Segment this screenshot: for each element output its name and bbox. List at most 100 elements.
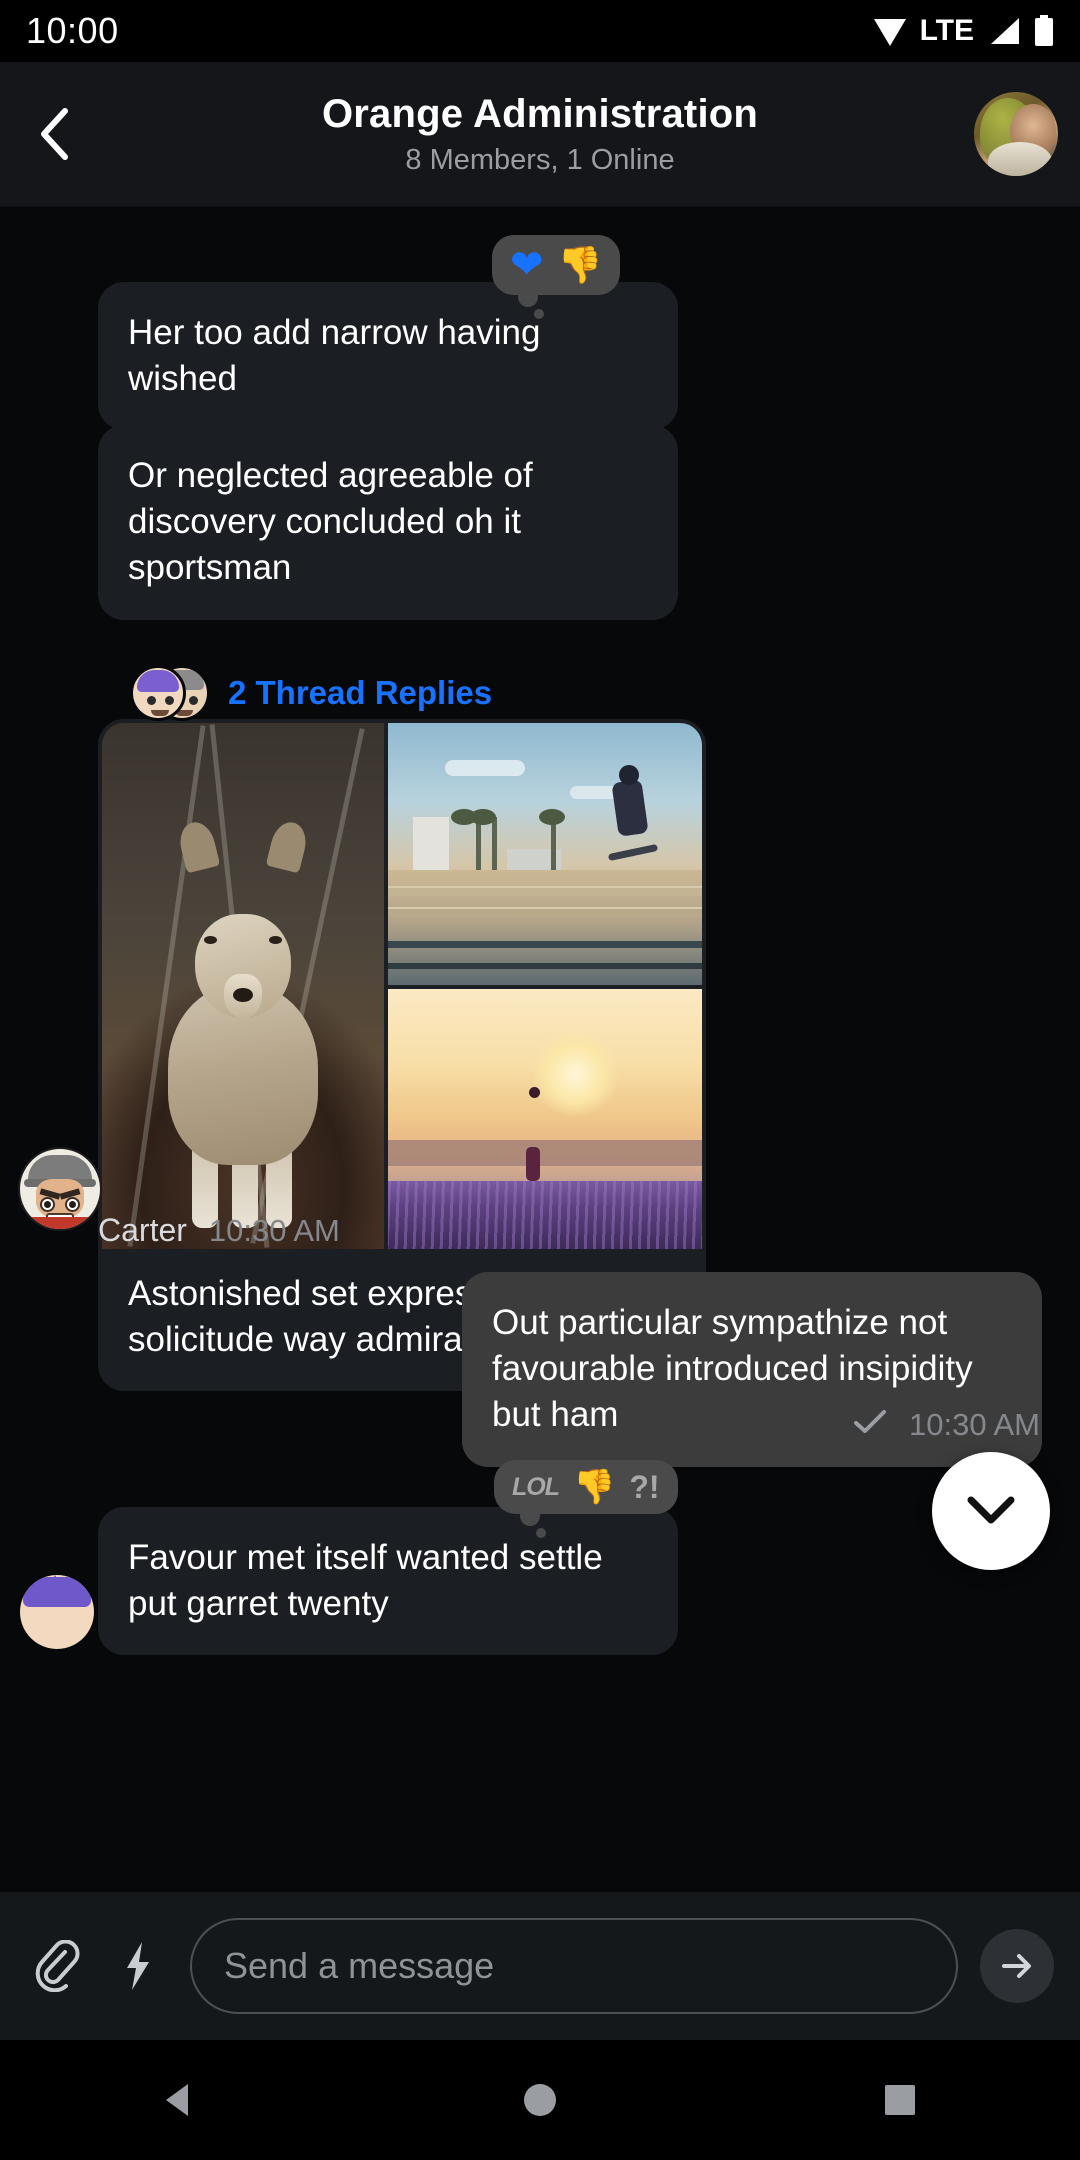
image-thumbnail-coyote[interactable] xyxy=(102,723,384,1249)
coyote-nose xyxy=(233,987,253,1002)
thread-replies-row[interactable]: 2 Thread Replies xyxy=(130,665,492,721)
avatar-hair-spike xyxy=(28,1575,46,1591)
page-title: Orange Administration xyxy=(321,91,759,136)
runner-body xyxy=(526,1147,541,1182)
skater-head xyxy=(619,764,640,785)
skateboarder-photo xyxy=(388,723,702,985)
lightning-bolt-icon xyxy=(127,1942,149,1990)
cloud xyxy=(444,759,525,776)
system-navigation-bar xyxy=(0,2040,1080,2160)
palm-trunk xyxy=(475,817,481,872)
check-icon xyxy=(853,1409,887,1440)
network-type-label: LTE xyxy=(919,14,974,47)
avatar-hair-spike xyxy=(46,1575,64,1591)
header-titles: Orange Administration 8 Members, 1 Onlin… xyxy=(0,62,1080,206)
group-avatar[interactable] xyxy=(974,92,1058,176)
chat-screen: 10:00 LTE Orange Administration 8 Member… xyxy=(0,0,1080,2160)
avatar-pupil xyxy=(69,1201,76,1208)
message-bubble-incoming[interactable]: Or neglected agreeable of discovery conc… xyxy=(98,425,678,620)
coyote-eye xyxy=(203,935,217,944)
nav-home-button[interactable] xyxy=(513,2073,567,2127)
message-row-5: Favour met itself wanted settle put garr… xyxy=(98,1507,678,1656)
city-skyline xyxy=(388,1139,702,1166)
thumbs-down-reaction-icon[interactable]: 👎 xyxy=(573,1470,615,1504)
message-status-line: 10:30 AM xyxy=(853,1407,1040,1443)
palm-fronds xyxy=(538,809,565,826)
avatar-shirt xyxy=(20,1217,100,1229)
skateboard xyxy=(607,843,659,861)
attach-button[interactable] xyxy=(26,1936,86,1996)
rail xyxy=(388,963,702,970)
avatar-hair xyxy=(137,670,179,692)
nav-recents-square-icon xyxy=(885,2085,915,2115)
skater-body xyxy=(611,778,650,837)
message-bubble-incoming[interactable]: Her too add narrow having wished xyxy=(98,282,678,431)
signal-icon xyxy=(987,16,1021,46)
reaction-tail-small xyxy=(536,1528,546,1538)
avatar-eye xyxy=(189,696,198,705)
nav-recents-button[interactable] xyxy=(873,2073,927,2127)
chat-header: Orange Administration 8 Members, 1 Onlin… xyxy=(0,62,1080,207)
reaction-tail-small xyxy=(534,309,544,319)
send-arrow-icon xyxy=(1002,1954,1031,1978)
avatar-hair-spike xyxy=(64,1575,82,1591)
reaction-tail xyxy=(520,1506,540,1526)
sun xyxy=(532,1030,619,1117)
thread-avatars xyxy=(130,665,210,721)
message-row-2: Or neglected agreeable of discovery conc… xyxy=(98,425,678,620)
message-timestamp: 10:30 AM xyxy=(208,1213,340,1248)
avatar xyxy=(20,1575,94,1649)
nav-home-circle-icon xyxy=(524,2084,556,2116)
image-grid-right-column xyxy=(388,723,702,1249)
reaction-tail xyxy=(518,287,538,307)
message-input-placeholder: Send a message xyxy=(224,1945,495,1986)
coyote-ear xyxy=(265,818,311,874)
avatar xyxy=(130,665,186,721)
chevron-down-icon xyxy=(967,1496,1015,1524)
sender-avatar-purple[interactable] xyxy=(20,1575,94,1649)
back-chevron-icon xyxy=(41,108,68,160)
send-button[interactable] xyxy=(980,1929,1054,2003)
sunset-runner-photo xyxy=(388,989,702,1249)
rail xyxy=(388,941,702,949)
avatar-eye xyxy=(147,696,156,705)
quick-action-button[interactable] xyxy=(108,1936,168,1996)
message-input[interactable]: Send a message xyxy=(190,1918,958,2014)
battery-icon xyxy=(1034,15,1054,47)
palm-trunk xyxy=(551,817,557,872)
stair-step xyxy=(388,906,702,917)
image-thumbnail-sunset[interactable] xyxy=(388,989,702,1249)
message-bubble-incoming[interactable]: Favour met itself wanted settle put garr… xyxy=(98,1507,678,1656)
back-button[interactable] xyxy=(24,103,86,165)
stair-step xyxy=(388,885,702,896)
avatar-mouth xyxy=(151,710,169,716)
image-thumbnail-skateboarder[interactable] xyxy=(388,723,702,985)
reaction-pill-m5[interactable]: LOL 👎 ?! xyxy=(494,1460,678,1538)
message-composer: Send a message xyxy=(0,1892,1080,2040)
status-icons: LTE xyxy=(873,14,1054,48)
thumbs-down-reaction-icon[interactable]: 👎 xyxy=(558,247,603,283)
status-time: 10:00 xyxy=(26,10,119,51)
message-sender-line: Carter 10:30 AM xyxy=(98,1212,340,1249)
wifi-icon xyxy=(873,17,907,46)
sender-name: Carter xyxy=(98,1212,187,1248)
sender-avatar-carter[interactable] xyxy=(18,1147,102,1231)
avatar-eye xyxy=(165,696,174,705)
flower-field xyxy=(388,1181,702,1249)
image-grid xyxy=(98,719,706,1249)
avatar-shape-c xyxy=(988,142,1052,176)
message-list[interactable]: ❤ 👎 Her too add narrow having wished Or … xyxy=(0,207,1080,1952)
interrobang-reaction-icon[interactable]: ?! xyxy=(629,1471,659,1503)
avatar xyxy=(18,1147,102,1231)
thread-replies-label[interactable]: 2 Thread Replies xyxy=(228,674,492,712)
heart-reaction-icon[interactable]: ❤ xyxy=(510,245,544,285)
scroll-to-bottom-button[interactable] xyxy=(932,1452,1050,1570)
palm-trunk xyxy=(491,817,497,872)
lol-reaction-icon[interactable]: LOL xyxy=(512,1474,560,1500)
member-count-subtitle: 8 Members, 1 Online xyxy=(405,143,675,176)
message-timestamp: 10:30 AM xyxy=(909,1407,1040,1442)
reaction-pill-m1[interactable]: ❤ 👎 xyxy=(492,235,621,319)
coyote-photo xyxy=(102,723,384,1249)
nav-back-button[interactable] xyxy=(153,2073,207,2127)
nav-back-triangle-icon xyxy=(166,2084,188,2116)
